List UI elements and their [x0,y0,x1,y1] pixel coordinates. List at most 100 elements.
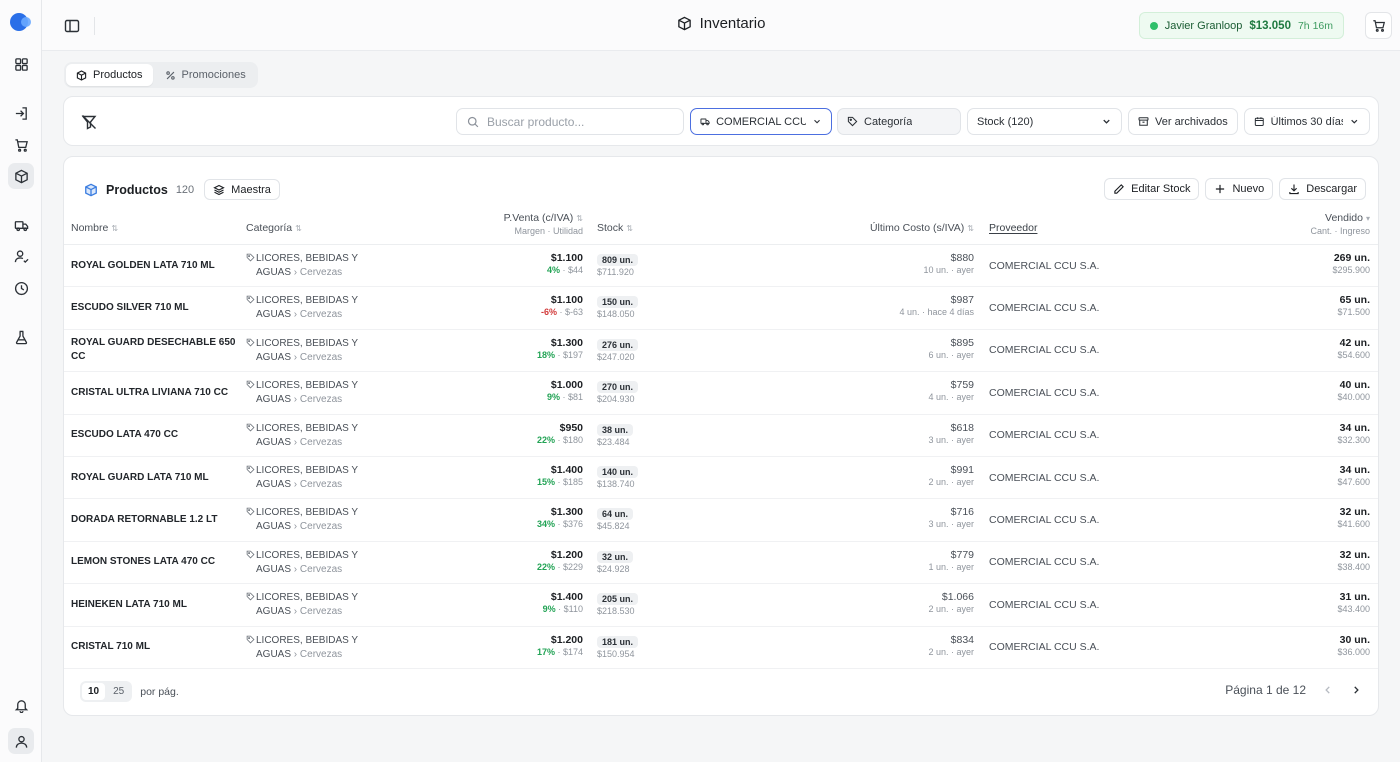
user-check-icon[interactable] [8,243,34,269]
product-name[interactable]: DORADA RETORNABLE 1.2 LT [71,499,236,540]
stock-select-value: Stock (120) [977,115,1034,128]
product-provider: COMERCIAL CCU S.A. [989,514,1100,527]
col-header-sold[interactable]: Vendido ▾ Cant. · Ingreso [1310,212,1370,236]
product-name[interactable]: LEMON STONES LATA 470 CC [71,542,236,583]
provider-select[interactable]: COMERCIAL CCU S.A. [690,108,832,135]
tab-promociones[interactable]: Promociones [155,64,256,86]
col-header-sublabel: Margen · Utilidad [514,226,583,236]
col-header-name[interactable]: Nombre ⇅ [71,222,118,234]
sort-desc-icon: ▾ [1365,214,1370,223]
app-logo[interactable] [9,12,33,32]
col-header-category[interactable]: Categoría ⇅ [246,222,302,234]
col-header-stock[interactable]: Stock ⇅ [597,222,633,234]
chevron-down-icon [1351,119,1358,124]
master-view-button[interactable]: Maestra [204,179,280,200]
product-name[interactable]: ESCUDO LATA 470 CC [71,415,236,456]
product-name[interactable]: ROYAL GUARD LATA 710 ML [71,457,236,498]
truck-icon[interactable] [8,212,34,238]
margin-value: 34% [536,519,555,530]
per-page-label: por pág. [140,685,179,698]
percent-icon [165,70,175,80]
download-button[interactable]: Descargar [1279,178,1366,200]
table-row[interactable]: LEMON STONES LATA 470 CC LICORES, BEBIDAS… [64,542,1378,585]
last-cost-meta: 3 un. · ayer [928,519,974,530]
stock-units-badge: 64 un. [597,508,634,521]
stock-select[interactable]: Stock (120) [967,108,1122,135]
user-icon[interactable] [8,728,34,754]
col-header-price[interactable]: P.Venta (c/IVA) ⇅ Margen · Utilidad [504,212,583,236]
margin-value: 22% [536,434,555,445]
clock-icon[interactable] [8,275,34,301]
tag-icon [246,253,255,262]
col-header-cost[interactable]: Último Costo (s/IVA) ⇅ [870,222,974,234]
product-name[interactable]: ESCUDO SILVER 710 ML [71,287,236,328]
new-product-button[interactable]: Nuevo [1205,178,1274,200]
profit-value: $229 [562,561,583,572]
prev-page-button[interactable] [1322,684,1334,696]
archived-button[interactable]: Ver archivados [1128,108,1238,135]
product-name[interactable]: ROYAL GUARD DESECHABLE 650 CC [71,330,236,371]
package-icon[interactable] [8,163,34,189]
table-row[interactable]: ROYAL GUARD DESECHABLE 650 CC LICORES, BE… [64,330,1378,373]
table-row[interactable]: ESCUDO LATA 470 CC LICORES, BEBIDAS Y AGUA… [64,415,1378,457]
edit-stock-button[interactable]: Editar Stock [1104,178,1200,200]
product-name[interactable]: CRISTAL ULTRA LIVIANA 710 CC [71,372,236,413]
next-page-button[interactable] [1350,684,1362,696]
sale-price: $1.400 [550,463,583,476]
col-header-label: Nombre [71,222,109,234]
search-box[interactable] [456,108,684,135]
login-icon[interactable] [8,100,34,126]
table-row[interactable]: CRISTAL ULTRA LIVIANA 710 CC LICORES, BEB… [64,372,1378,415]
table-row[interactable]: ROYAL GUARD LATA 710 ML LICORES, BEBIDAS … [64,457,1378,500]
page-size-10[interactable]: 10 [82,683,106,700]
product-name[interactable]: HEINEKEN LATA 710 ML [71,584,236,625]
table-row[interactable]: DORADA RETORNABLE 1.2 LT LICORES, BEBIDAS… [64,499,1378,542]
user-session-badge[interactable]: Javier Granloop $13.050 7h 16m [1138,12,1344,39]
bell-icon[interactable] [8,692,34,718]
category-name-line2: AGUAS [256,436,292,448]
subcategory-name: Cervezas [299,394,343,406]
cart-button[interactable] [1365,12,1392,39]
product-name[interactable]: ROYAL GOLDEN LATA 710 ML [71,245,236,286]
category-select[interactable]: Categoría [837,108,961,135]
chevron-down-icon [814,119,820,124]
last-cost: $618 [950,421,974,434]
flask-icon[interactable] [8,324,34,350]
product-cost: $880 10 un. · ayer [923,252,974,275]
product-count: 120 [175,183,195,196]
pagination: Página 1 de 12 [1225,683,1362,697]
status-dot-icon [1149,21,1158,30]
category-name-line1: LICORES, BEBIDAS Y [256,507,359,519]
product-cost: $618 3 un. · ayer [928,422,974,445]
table-row[interactable]: ESCUDO SILVER 710 ML LICORES, BEBIDAS Y AG… [64,287,1378,330]
table-row[interactable]: CRISTAL 710 ML LICORES, BEBIDAS Y AGUAS › … [64,627,1378,669]
product-sold: 34 un. $32.300 [1337,422,1370,445]
download-label: Descargar [1306,183,1357,195]
product-sold: 269 un. $295.900 [1332,252,1370,275]
sold-units: 34 un. [1339,463,1370,476]
period-select[interactable]: Últimos 30 días [1244,108,1370,135]
chevron-right-icon [1354,686,1359,694]
edit-stock-label: Editar Stock [1131,183,1191,195]
product-name[interactable]: CRISTAL 710 ML [71,627,236,668]
table-row[interactable]: HEINEKEN LATA 710 ML LICORES, BEBIDAS Y AG… [64,584,1378,627]
table-header: Nombre ⇅ Categoría ⇅ P.Venta (c/IVA) ⇅ Marge… [64,209,1378,245]
margin-value: 18% [536,349,555,360]
cart-icon[interactable] [8,132,34,158]
filter-off-icon[interactable] [81,114,97,130]
dashboard-icon[interactable] [8,51,34,77]
product-cost: $779 1 un. · ayer [928,549,974,572]
page-size-25[interactable]: 25 [107,683,130,700]
category-name-line1: LICORES, BEBIDAS Y [256,253,359,264]
table-row[interactable]: ROYAL GOLDEN LATA 710 ML LICORES, BEBIDAS… [64,245,1378,288]
category-name-line2: AGUAS [256,563,292,575]
sold-income: $54.600 [1337,349,1370,360]
col-header-provider[interactable]: Proveedor [989,222,1037,234]
sidebar [0,0,42,762]
tag-icon [246,338,255,347]
sold-income: $295.900 [1332,265,1370,275]
product-provider: COMERCIAL CCU S.A. [989,429,1100,442]
product-provider: COMERCIAL CCU S.A. [989,386,1100,399]
search-input[interactable] [487,114,667,129]
tab-productos[interactable]: Productos [66,64,153,86]
